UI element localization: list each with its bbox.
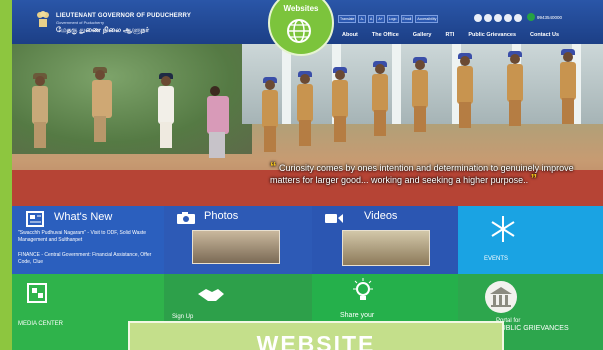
nav-gallery[interactable]: Gallery xyxy=(413,32,432,38)
photo-thumbnail[interactable] xyxy=(192,230,280,264)
camera-icon xyxy=(177,212,195,224)
video-thumbnail[interactable] xyxy=(342,230,430,266)
nav-public-grievances[interactable]: Public Grievances xyxy=(468,32,516,38)
translate-button[interactable]: Translate xyxy=(338,15,357,23)
whats-new-tile[interactable]: What's New "Swacchh Pudhuvai Nagaram" - … xyxy=(12,206,164,274)
accessibility-button[interactable]: Accessibility xyxy=(415,15,439,23)
close-quote-icon: ” xyxy=(530,170,538,186)
banner-label: WEBSITE xyxy=(256,331,376,350)
whats-new-title: What's New xyxy=(54,211,113,223)
facebook-icon[interactable] xyxy=(474,14,482,22)
whatsapp-icon xyxy=(527,13,535,21)
email-button[interactable]: Email xyxy=(400,15,414,23)
website-banner: WEBSITE xyxy=(128,321,504,350)
nav-rti[interactable]: RTI xyxy=(445,32,454,38)
media-icon xyxy=(27,283,47,303)
videos-tile[interactable]: Videos xyxy=(312,206,458,274)
video-camera-icon xyxy=(325,214,343,223)
events-title: EVENTS xyxy=(484,256,509,262)
whatsapp-contact[interactable]: 9943540000 xyxy=(527,13,562,21)
hero-image: “ Curiosity comes by ones intention and … xyxy=(12,44,603,206)
font-normal-button[interactable]: A xyxy=(367,15,375,23)
photos-title: Photos xyxy=(204,210,239,222)
open-quote-icon: “ xyxy=(270,159,277,174)
badge-label: Websites xyxy=(283,4,319,13)
instagram-icon[interactable] xyxy=(504,14,512,22)
nav-about[interactable]: About xyxy=(342,32,358,38)
site-title: LIEUTENANT GOVERNOR OF PUDUCHERRY xyxy=(56,13,192,19)
handshake-icon xyxy=(198,289,224,301)
emblem-icon xyxy=(37,11,49,27)
hero-quote: “ Curiosity comes by ones intention and … xyxy=(270,159,600,186)
videos-title: Videos xyxy=(364,210,398,222)
globe-icon xyxy=(287,19,311,43)
hero-quote-text: Curiosity comes by ones intention and de… xyxy=(270,163,574,185)
font-increase-button[interactable]: A+ xyxy=(376,15,385,23)
flickr-icon[interactable] xyxy=(514,14,522,22)
site-subtitle: Government of Puducherry xyxy=(56,20,105,25)
portal-line2: PUBLIC GRIEVANCES xyxy=(496,325,569,332)
photos-tile[interactable]: Photos xyxy=(164,206,312,274)
share-title: Share your xyxy=(340,312,375,319)
lightbulb-icon xyxy=(353,278,373,300)
youtube-icon[interactable] xyxy=(494,14,502,22)
font-decrease-button[interactable]: A- xyxy=(358,15,366,23)
utility-bar: Translate A- A A+ Logo Email Accessibili… xyxy=(338,15,439,23)
site-title-tamil: மேதகு துணை நிலை ஆளுநர் xyxy=(56,27,150,34)
events-tile[interactable]: EVENTS xyxy=(458,206,603,274)
newspaper-icon xyxy=(26,211,44,227)
website-screenshot: LIEUTENANT GOVERNOR OF PUDUCHERRY Govern… xyxy=(12,0,603,350)
nav-the-office[interactable]: The Office xyxy=(372,32,399,38)
news-item[interactable]: "Swacchh Pudhuvai Nagaram" - Visit to OD… xyxy=(18,230,158,244)
social-links xyxy=(474,14,522,22)
nav-contact-us[interactable]: Contact Us xyxy=(530,32,559,38)
twitter-icon[interactable] xyxy=(484,14,492,22)
building-icon xyxy=(485,281,517,313)
media-center-title: MEDIA CENTER xyxy=(18,321,64,327)
logo-button[interactable]: Logo xyxy=(386,15,399,23)
firework-icon xyxy=(491,216,515,242)
sign-up-title: Sign Up xyxy=(172,314,194,320)
news-item[interactable]: FINANCE - Central Government: Financial … xyxy=(18,252,158,266)
main-nav: About The Office Gallery RTI Public Grie… xyxy=(342,32,559,38)
phone-number: 9943540000 xyxy=(537,14,563,20)
